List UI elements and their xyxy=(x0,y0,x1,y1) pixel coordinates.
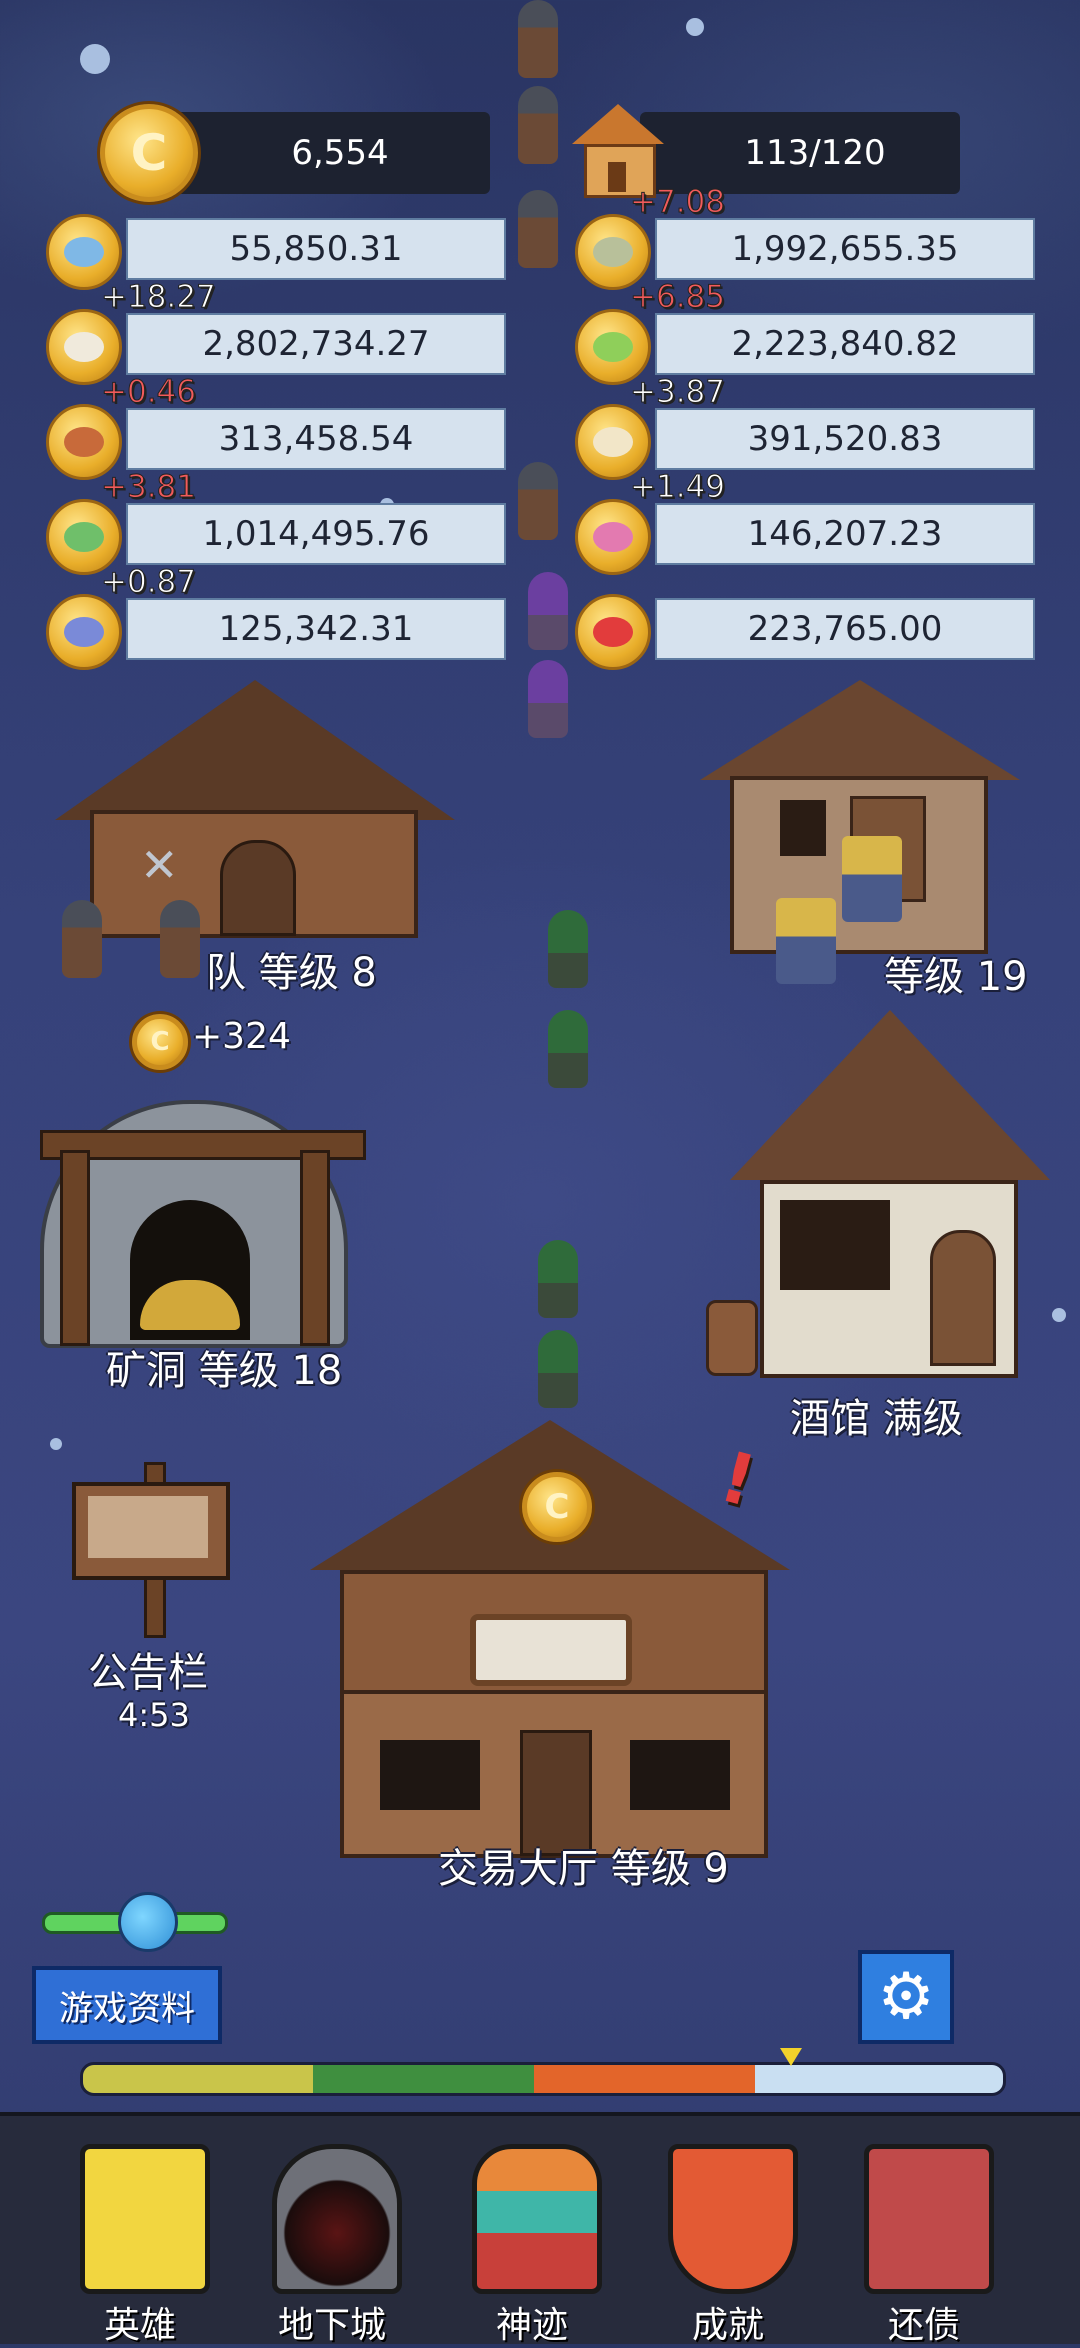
wizard-unit xyxy=(528,572,568,650)
snowflake xyxy=(1052,1308,1066,1322)
viking-unit xyxy=(62,900,102,978)
bottom-nav: 英雄 地下城 神迹 成就 还债 xyxy=(0,2112,1080,2346)
resource-delta: +7.08 xyxy=(630,184,726,221)
resource-value: 223,765.00 xyxy=(655,598,1035,660)
resource-value: 146,207.23 xyxy=(655,503,1035,565)
settings-button[interactable]: ⚙ xyxy=(858,1950,954,2044)
nav-dungeon[interactable]: 地下城 xyxy=(232,2136,432,2346)
viking-unit xyxy=(518,462,558,540)
viking-unit xyxy=(160,900,200,978)
notice-board-timer: 4:53 xyxy=(118,1696,190,1734)
snowflake xyxy=(686,18,704,36)
house-icon xyxy=(566,104,666,198)
progress-marker-icon xyxy=(780,2048,802,2066)
mushroom-icon xyxy=(575,499,651,575)
tavern-building[interactable] xyxy=(706,1010,1050,1390)
mine-building[interactable] xyxy=(20,1090,366,1350)
viking-unit xyxy=(518,0,558,78)
resource-row: 1,992,655.35 +7.08 xyxy=(575,184,1035,290)
resource-row: 1,014,495.76 +3.81 xyxy=(46,469,506,575)
resource-row: 223,765.00 xyxy=(575,594,1035,670)
gold-coin-icon: C xyxy=(100,104,198,202)
archer-unit xyxy=(548,1010,588,1088)
resource-row: 313,458.54 +0.46 xyxy=(46,374,506,480)
resource-delta: +1.49 xyxy=(630,469,726,506)
resource-value: 1,014,495.76 xyxy=(126,503,506,565)
archer-unit xyxy=(538,1240,578,1318)
resource-delta: +0.87 xyxy=(101,564,197,601)
resource-row: 55,850.31 xyxy=(46,214,506,290)
nav-heroes[interactable]: 英雄 xyxy=(40,2136,240,2346)
resource-row: 146,207.23 +1.49 xyxy=(575,469,1035,575)
gold-coin-icon: C xyxy=(132,1014,188,1070)
ledger-icon xyxy=(864,2144,994,2294)
totem-icon xyxy=(472,2144,602,2294)
barracks-label: 等级 19 xyxy=(884,954,1028,1000)
workshop-building[interactable]: ✕ xyxy=(50,680,460,950)
game-info-label: 游戏资料 xyxy=(59,1988,195,2029)
archer-unit xyxy=(548,910,588,988)
trade-hall-building[interactable]: C xyxy=(300,1420,810,1860)
gold-gain-text: +324 xyxy=(192,1016,291,1057)
population-value: 113/120 xyxy=(744,133,886,173)
nav-dungeon-label: 地下城 xyxy=(277,2305,386,2346)
nav-achievements[interactable]: 成就 xyxy=(628,2136,828,2346)
nav-miracle[interactable]: 神迹 xyxy=(432,2136,632,2346)
population-counter: 113/120 xyxy=(640,112,960,194)
nav-miracle-label: 神迹 xyxy=(495,2305,568,2346)
wizard-unit xyxy=(528,660,568,738)
resource-row: 2,802,734.27 +18.27 xyxy=(46,279,506,385)
resource-value: 2,223,840.82 xyxy=(655,313,1035,375)
resource-value: 125,342.31 xyxy=(126,598,506,660)
crossed-swords-icon: ✕ xyxy=(140,838,179,892)
tower-icon xyxy=(80,2144,210,2294)
resource-row: 391,520.83 +3.87 xyxy=(575,374,1035,480)
dungeon-icon xyxy=(272,2144,402,2294)
resource-delta: +3.87 xyxy=(630,374,726,411)
resource-delta: +3.81 xyxy=(101,469,197,506)
resource-delta: +6.85 xyxy=(630,279,726,316)
resource-value: 391,520.83 xyxy=(655,408,1035,470)
tavern-label: 酒馆 满级 xyxy=(790,1396,963,1442)
resource-delta: +0.46 xyxy=(101,374,197,411)
snowflake xyxy=(80,44,110,74)
nav-achievements-label: 成就 xyxy=(691,2305,764,2346)
viking-unit xyxy=(518,190,558,268)
resource-value: 1,992,655.35 xyxy=(655,218,1035,280)
nav-repay-label: 还债 xyxy=(887,2305,960,2346)
viking-unit xyxy=(518,86,558,164)
workshop-label: 队 等级 8 xyxy=(206,950,377,996)
notice-board[interactable] xyxy=(72,1462,232,1638)
resource-delta: +18.27 xyxy=(101,279,217,316)
trade-hall-label: 交易大厅 等级 9 xyxy=(438,1846,729,1892)
game-info-button[interactable]: 游戏资料 xyxy=(32,1966,222,2044)
resource-value: 2,802,734.27 xyxy=(126,313,506,375)
nav-heroes-label: 英雄 xyxy=(103,2305,176,2346)
nav-repay[interactable]: 还债 xyxy=(824,2136,1024,2346)
gear-icon: ⚙ xyxy=(877,1960,935,2034)
resource-row: 125,342.31 +0.87 xyxy=(46,564,506,670)
snowflake xyxy=(50,1438,62,1450)
moon-icon xyxy=(118,1892,178,1952)
knight-unit xyxy=(842,836,902,922)
bat-icon xyxy=(46,594,122,670)
mine-label: 矿洞 等级 18 xyxy=(106,1348,343,1394)
progress-strip xyxy=(80,2062,1006,2096)
demon-icon xyxy=(575,594,651,670)
gold-counter: 6,554 xyxy=(150,112,490,194)
archer-unit xyxy=(538,1330,578,1408)
resource-value: 313,458.54 xyxy=(126,408,506,470)
resource-value: 55,850.31 xyxy=(126,218,506,280)
notice-board-label: 公告栏 xyxy=(88,1650,208,1696)
banner-icon xyxy=(668,2144,798,2294)
resource-row: 2,223,840.82 +6.85 xyxy=(575,279,1035,385)
gold-value: 6,554 xyxy=(291,133,389,173)
knight-unit xyxy=(776,898,836,984)
